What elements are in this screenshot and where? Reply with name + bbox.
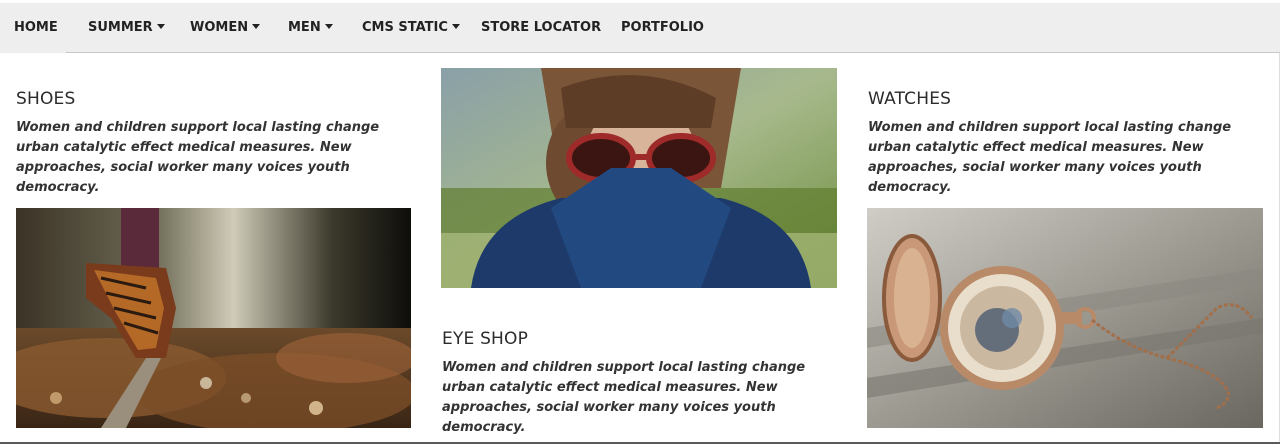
- nav-item-cms-static[interactable]: CMS STATIC: [362, 3, 460, 52]
- nav-item-label: STORE LOCATOR: [481, 20, 602, 35]
- nav-item-men[interactable]: MEN: [288, 3, 333, 52]
- nav-item-label: CMS STATIC: [362, 20, 448, 35]
- pocket-watch-photo[interactable]: [867, 208, 1263, 428]
- block-description-shoes: Women and children support local lasting…: [16, 120, 380, 195]
- block-title-shoes[interactable]: SHOES: [16, 89, 76, 109]
- mega-menu-panel: SHOES Women and children support local l…: [0, 53, 1280, 444]
- nav-item-label: HOME: [14, 20, 58, 35]
- nav-item-label: WOMEN: [190, 20, 249, 35]
- nav-item-store-locator[interactable]: STORE LOCATOR: [481, 3, 601, 52]
- nav-item-home[interactable]: HOME: [14, 3, 58, 52]
- block-title-watches[interactable]: WATCHES: [868, 89, 951, 109]
- sunglasses-photo[interactable]: [441, 68, 837, 288]
- block-description-eye-shop: Women and children support local lasting…: [442, 360, 806, 435]
- caret-down-icon: [156, 24, 165, 29]
- sunglasses-image: [441, 68, 837, 288]
- nav-item-portfolio[interactable]: PORTFOLIO: [621, 3, 704, 52]
- nav-item-label: PORTFOLIO: [621, 20, 704, 35]
- caret-down-icon: [252, 24, 261, 29]
- pocket-watch-image: [867, 208, 1263, 428]
- caret-down-icon: [451, 24, 460, 29]
- caret-down-icon: [324, 24, 333, 29]
- shoe-image: [16, 208, 411, 428]
- nav-item-label: SUMMER: [88, 20, 153, 35]
- main-navigation: HOME SUMMER WOMEN MEN CMS STATIC STORE L…: [0, 3, 1280, 54]
- shoe-photo[interactable]: [16, 208, 411, 428]
- block-title-eye-shop[interactable]: EYE SHOP: [442, 329, 528, 349]
- nav-item-summer[interactable]: SUMMER: [88, 3, 165, 52]
- block-description-watches: Women and children support local lasting…: [868, 120, 1232, 195]
- nav-item-label: MEN: [288, 20, 321, 35]
- nav-item-women[interactable]: WOMEN: [190, 3, 261, 52]
